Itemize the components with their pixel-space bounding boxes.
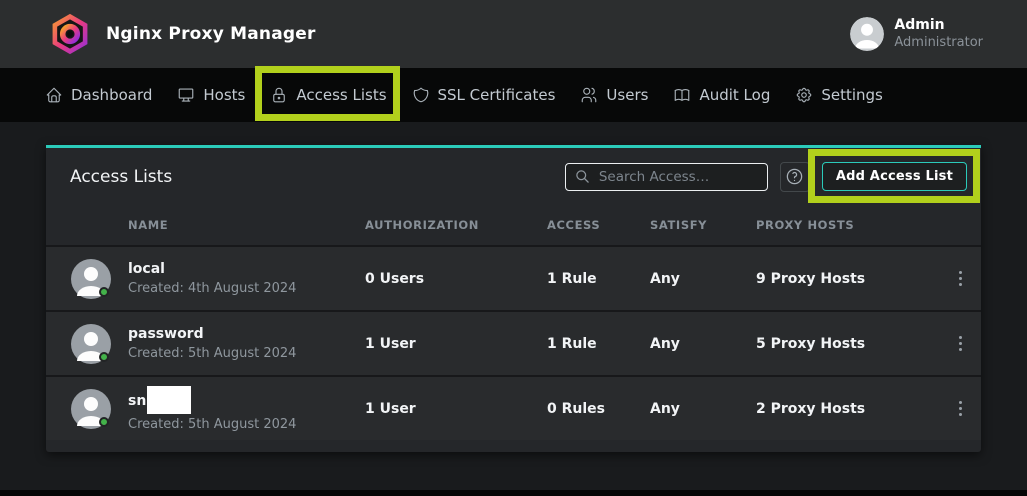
access-list-name: local (128, 261, 365, 278)
cell-authorization: 1 User (365, 401, 547, 417)
nav-item-access-lists[interactable]: Access Lists (270, 86, 386, 104)
access-list-created: Created: 4th August 2024 (128, 281, 365, 296)
nav-item-dashboard[interactable]: Dashboard (45, 86, 152, 104)
nav-item-label: Settings (821, 86, 883, 104)
nav-item-label: Dashboard (71, 86, 152, 104)
cell-satisfy: Any (650, 336, 756, 352)
cell-proxy-hosts: 2 Proxy Hosts (756, 401, 940, 417)
table-header: NAME AUTHORIZATION ACCESS SATISFY PROXY … (46, 205, 981, 245)
cell-satisfy: Any (650, 271, 756, 287)
search-box (565, 163, 768, 191)
shield-icon (412, 86, 430, 104)
book-icon (673, 86, 691, 104)
column-header-proxy-hosts: PROXY HOSTS (756, 218, 940, 232)
column-header-access: ACCESS (547, 218, 650, 232)
cell-satisfy: Any (650, 401, 756, 417)
nav-item-label: Hosts (203, 86, 245, 104)
status-online-dot (99, 417, 109, 427)
access-lists-panel: Access Lists Add Access List NAME AUTHOR… (46, 145, 981, 452)
lock-icon (270, 86, 288, 104)
nav-item-audit-log[interactable]: Audit Log (673, 86, 770, 104)
window-bottom-edge (0, 490, 1027, 496)
cell-proxy-hosts: 5 Proxy Hosts (756, 336, 940, 352)
status-online-dot (99, 352, 109, 362)
users-icon (580, 86, 598, 104)
user-menu[interactable]: Admin Administrator (850, 16, 983, 51)
search-input[interactable] (597, 168, 758, 186)
nav-item-hosts[interactable]: Hosts (177, 86, 245, 104)
app-title: Nginx Proxy Manager (106, 24, 316, 44)
user-name: Admin (894, 16, 983, 34)
cell-authorization: 0 Users (365, 271, 547, 287)
table-row[interactable]: password Created: 5th August 2024 1 User… (46, 310, 981, 375)
row-actions-kebab-icon[interactable] (953, 395, 968, 422)
cell-authorization: 1 User (365, 336, 547, 352)
nav-item-label: SSL Certificates (438, 86, 556, 104)
nav-item-users[interactable]: Users (580, 86, 648, 104)
nav-item-label: Audit Log (699, 86, 770, 104)
nginx-proxy-manager-logo[interactable] (48, 12, 92, 56)
row-avatar (46, 259, 128, 299)
access-list-created: Created: 5th August 2024 (128, 417, 365, 432)
gear-icon (795, 86, 813, 104)
row-actions-kebab-icon[interactable] (953, 330, 968, 357)
help-icon (785, 167, 804, 186)
topbar: Nginx Proxy Manager Admin Administrator (0, 0, 1027, 68)
cell-access: 1 Rule (547, 336, 650, 352)
row-actions-kebab-icon[interactable] (953, 265, 968, 292)
table-row[interactable]: sn Created: 5th August 2024 1 User 0 Rul… (46, 375, 981, 440)
home-icon (45, 86, 63, 104)
nav-item-label: Users (606, 86, 648, 104)
access-list-name: sn (128, 386, 365, 414)
cell-access: 1 Rule (547, 271, 650, 287)
nav-item-label: Access Lists (296, 86, 386, 104)
cell-proxy-hosts: 9 Proxy Hosts (756, 271, 940, 287)
panel-title: Access Lists (70, 167, 172, 187)
monitor-icon (177, 86, 195, 104)
column-header-authorization: AUTHORIZATION (365, 218, 547, 232)
table-row[interactable]: local Created: 4th August 2024 0 Users 1… (46, 245, 981, 310)
panel-toolbar: Add Access List (565, 162, 967, 192)
status-online-dot (99, 287, 109, 297)
add-button-wrap: Add Access List (822, 162, 967, 191)
help-button[interactable] (780, 162, 810, 192)
cell-access: 0 Rules (547, 401, 650, 417)
user-role: Administrator (894, 35, 983, 52)
redaction-box (147, 386, 191, 414)
column-header-satisfy: SATISFY (650, 218, 756, 232)
nav-item-settings[interactable]: Settings (795, 86, 883, 104)
search-icon (575, 169, 590, 184)
user-avatar (850, 17, 884, 51)
nav-item-ssl-certificates[interactable]: SSL Certificates (412, 86, 556, 104)
row-avatar (46, 389, 128, 429)
access-list-created: Created: 5th August 2024 (128, 346, 365, 361)
access-list-name: password (128, 326, 365, 343)
panel-header: Access Lists Add Access List (46, 148, 981, 205)
row-avatar (46, 324, 128, 364)
column-header-name: NAME (128, 218, 365, 232)
main-navigation: Dashboard Hosts Access Lists SSL Certifi… (0, 68, 1027, 122)
add-access-list-button[interactable]: Add Access List (822, 162, 967, 191)
